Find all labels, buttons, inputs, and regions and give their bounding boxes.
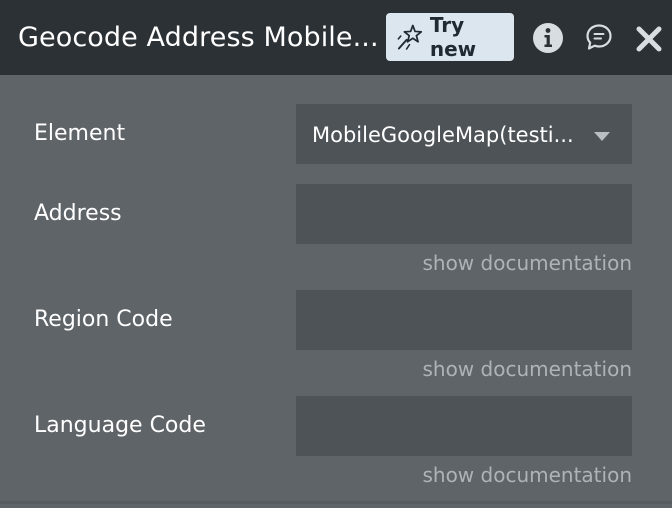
try-new-label: Try new [429,13,477,61]
panel-header: Geocode Address Mobile... Try new [0,0,672,75]
magic-wand-icon [397,24,423,50]
comment-icon[interactable] [585,23,613,51]
info-icon[interactable] [532,22,564,54]
region-code-field[interactable] [296,290,632,350]
address-field[interactable] [296,184,632,244]
language-code-show-documentation-link[interactable]: show documentation [422,463,632,487]
panel-bottom-divider [0,501,672,504]
property-editor-panel: Geocode Address Mobile... Try new Elemen… [0,0,672,508]
region-code-label: Region Code [34,307,173,332]
element-label: Element [34,121,126,146]
try-new-button[interactable]: Try new [386,13,514,61]
element-dropdown[interactable]: MobileGoogleMap(testi... [296,104,632,164]
panel-title: Geocode Address Mobile... [18,22,379,53]
close-icon[interactable] [636,26,662,52]
address-label: Address [34,201,122,226]
address-show-documentation-link[interactable]: show documentation [422,251,632,275]
language-code-label: Language Code [34,413,206,438]
region-code-show-documentation-link[interactable]: show documentation [422,357,632,381]
language-code-field[interactable] [296,396,632,456]
caret-down-icon [594,132,610,141]
element-dropdown-value: MobileGoogleMap(testi... [312,123,574,147]
